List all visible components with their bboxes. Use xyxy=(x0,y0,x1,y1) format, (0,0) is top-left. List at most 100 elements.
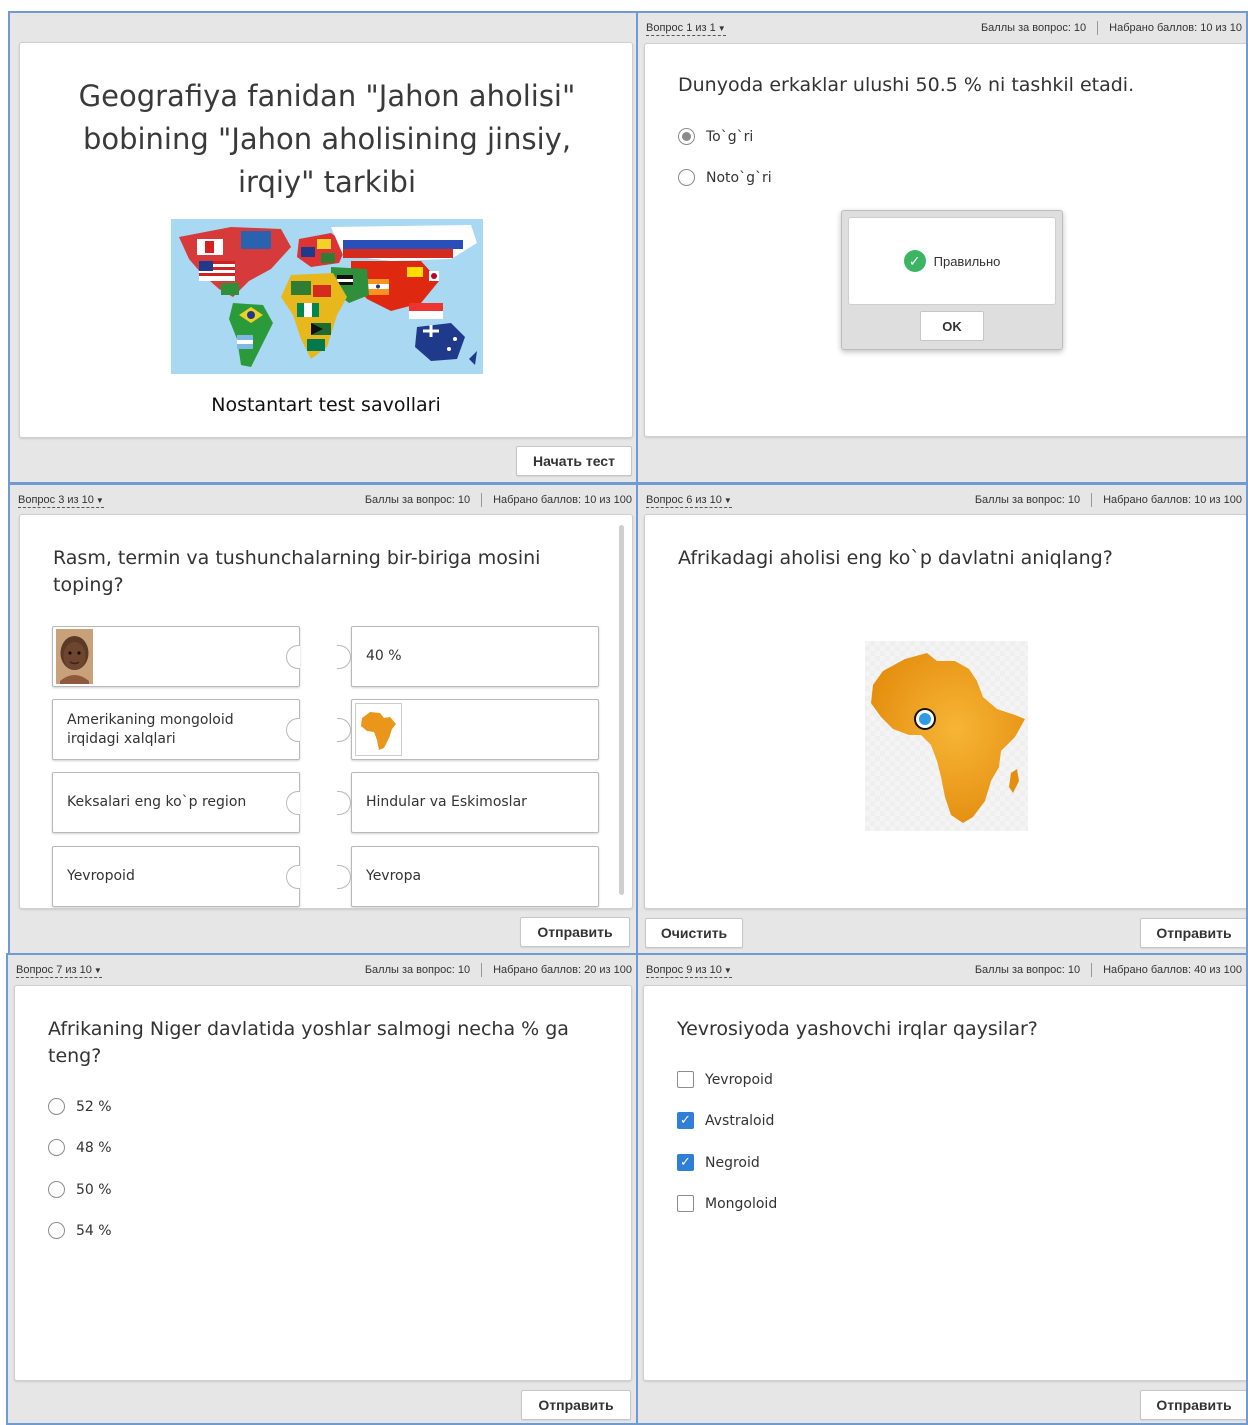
match-right-item-3[interactable]: Hindular va Eskimoslar xyxy=(337,772,599,833)
question-1-topbar: Вопрос 1 из 1 ▼ Баллы за вопрос: 10 Набран… xyxy=(638,13,1246,41)
option-label: To`g`ri xyxy=(706,128,754,145)
question-6-topbar: Вопрос 6 из 10 ▼ Баллы за вопрос: 10 Набра… xyxy=(638,485,1246,513)
radio-selected-icon xyxy=(678,128,695,145)
question-text: Afrikaning Niger davlatida yoshlar salmo… xyxy=(48,1018,569,1067)
match-left-item-3[interactable]: Keksalari eng ko`p region xyxy=(52,772,300,833)
question-points: Баллы за вопрос: 10 xyxy=(364,494,471,506)
question-nav-dropdown[interactable]: Вопрос 9 из 10 ▼ xyxy=(646,964,732,978)
puzzle-socket-icon xyxy=(337,645,351,669)
question-7-slide: Вопрос 7 из 10 ▼ Баллы за вопрос: 10 Набра… xyxy=(6,953,638,1425)
option-label: Mongoloid xyxy=(705,1195,778,1212)
start-test-button[interactable]: Начать тест xyxy=(516,446,632,476)
option-50[interactable]: 50 % xyxy=(48,1181,112,1198)
question-nav-label: Вопрос 7 из 10 xyxy=(16,964,92,976)
match-label: Hindular va Eskimoslar xyxy=(366,794,527,810)
question-7-topbar: Вопрос 7 из 10 ▼ Баллы за вопрос: 10 Набра… xyxy=(8,955,636,983)
checkbox-checked-icon: ✓ xyxy=(677,1154,694,1171)
option-true[interactable]: To`g`ri xyxy=(678,128,753,145)
scrollbar[interactable] xyxy=(619,525,624,895)
option-label: Negroid xyxy=(705,1154,760,1171)
match-right-item-2[interactable] xyxy=(337,699,599,760)
checkbox-checked-icon: ✓ xyxy=(677,1112,694,1129)
option-label: 52 % xyxy=(76,1098,112,1115)
total-score: Набрано баллов: 10 из 10 xyxy=(1109,22,1242,34)
question-9-topbar: Вопрос 9 из 10 ▼ Баллы за вопрос: 10 Набра… xyxy=(638,955,1246,983)
option-mongoloid[interactable]: Mongoloid xyxy=(677,1195,777,1212)
feedback-dialog: ✓ Правильно OK xyxy=(841,210,1063,350)
option-label: Noto`g`ri xyxy=(706,169,772,186)
correct-check-icon: ✓ xyxy=(903,250,926,272)
option-yevropoid[interactable]: Yevropoid xyxy=(677,1071,773,1088)
puzzle-knob-icon xyxy=(286,865,300,889)
submit-button[interactable]: Отправить xyxy=(520,917,630,947)
question-3-card: Rasm, termin va tushunchalarning bir-bir… xyxy=(19,514,633,909)
africa-thumbnail xyxy=(355,703,402,756)
question-9-card: Yevrosiyoda yashovchi irqlar qaysilar? Y… xyxy=(643,985,1246,1381)
ok-button[interactable]: OK xyxy=(920,311,984,341)
option-label: 48 % xyxy=(76,1139,112,1156)
question-9-slide: Вопрос 9 из 10 ▼ Баллы за вопрос: 10 Набра… xyxy=(636,953,1248,1425)
question-points: Баллы за вопрос: 10 xyxy=(980,22,1087,34)
option-avstraloid[interactable]: ✓ Avstraloid xyxy=(677,1112,774,1129)
puzzle-socket-icon xyxy=(337,865,351,889)
question-nav-dropdown[interactable]: Вопрос 6 из 10 ▼ xyxy=(646,494,732,508)
caret-down-icon: ▼ xyxy=(723,966,732,975)
question-nav-label: Вопрос 6 из 10 xyxy=(646,494,722,506)
intro-card: Geografiya fanidan "Jahon aholisi" bobin… xyxy=(19,42,633,438)
option-54[interactable]: 54 % xyxy=(48,1222,112,1239)
match-left-item-2[interactable]: Amerikaning mongoloid irqidagi xalqlari xyxy=(52,699,300,760)
submit-button[interactable]: Отправить xyxy=(521,1390,631,1420)
puzzle-socket-icon xyxy=(337,791,351,815)
girl-photo xyxy=(56,629,93,684)
radio-icon xyxy=(48,1222,65,1239)
question-6-slide: Вопрос 6 из 10 ▼ Баллы за вопрос: 10 Набра… xyxy=(636,483,1248,955)
total-score: Набрано баллов: 40 из 100 xyxy=(1103,964,1242,976)
caret-down-icon: ▼ xyxy=(723,496,732,505)
question-text: Dunyoda erkaklar ulushi 50.5 % ni tashki… xyxy=(678,74,1135,96)
puzzle-knob-icon xyxy=(286,645,300,669)
submit-button[interactable]: Отправить xyxy=(1140,1390,1246,1420)
total-score: Набрано баллов: 20 из 100 xyxy=(493,964,632,976)
africa-map[interactable] xyxy=(865,641,1028,831)
submit-button[interactable]: Отправить xyxy=(1140,918,1246,948)
question-nav-label: Вопрос 3 из 10 xyxy=(18,494,94,506)
checkbox-icon xyxy=(677,1071,694,1088)
question-nav-dropdown[interactable]: Вопрос 1 из 1 ▼ xyxy=(646,22,726,36)
match-right-item-4[interactable]: Yevropa xyxy=(337,846,599,907)
question-nav-label: Вопрос 9 из 10 xyxy=(646,964,722,976)
intro-slide: Geografiya fanidan "Jahon aholisi" bobin… xyxy=(8,11,638,484)
match-left-item-1[interactable] xyxy=(52,626,300,687)
world-flags-map xyxy=(171,219,483,374)
question-nav-dropdown[interactable]: Вопрос 7 из 10 ▼ xyxy=(16,964,102,978)
intro-subtitle: Nostantart test savollari xyxy=(211,394,441,416)
radio-icon xyxy=(48,1098,65,1115)
puzzle-knob-icon xyxy=(286,791,300,815)
option-false[interactable]: Noto`g`ri xyxy=(678,169,772,186)
option-label: 54 % xyxy=(76,1222,112,1239)
option-48[interactable]: 48 % xyxy=(48,1139,112,1156)
radio-icon xyxy=(48,1139,65,1156)
question-3-topbar: Вопрос 3 из 10 ▼ Баллы за вопрос: 10 Набра… xyxy=(10,485,636,513)
caret-down-icon: ▼ xyxy=(717,24,726,33)
question-points: Баллы за вопрос: 10 xyxy=(974,964,1081,976)
option-negroid[interactable]: ✓ Negroid xyxy=(677,1154,760,1171)
caret-down-icon: ▼ xyxy=(95,496,104,505)
total-score: Набрано баллов: 10 из 100 xyxy=(1103,494,1242,506)
question-points: Баллы за вопрос: 10 xyxy=(364,964,471,976)
option-label: Yevropoid xyxy=(705,1071,773,1088)
option-label: 50 % xyxy=(76,1181,112,1198)
caret-down-icon: ▼ xyxy=(93,966,102,975)
clear-button[interactable]: Очистить xyxy=(645,918,743,948)
question-nav-dropdown[interactable]: Вопрос 3 из 10 ▼ xyxy=(18,494,104,508)
match-left-item-4[interactable]: Yevropoid xyxy=(52,846,300,907)
option-52[interactable]: 52 % xyxy=(48,1098,112,1115)
question-points: Баллы за вопрос: 10 xyxy=(974,494,1081,506)
question-3-slide: Вопрос 3 из 10 ▼ Баллы за вопрос: 10 Набра… xyxy=(8,483,638,955)
match-label: Yevropoid xyxy=(67,868,135,884)
question-7-card: Afrikaning Niger davlatida yoshlar salmo… xyxy=(14,985,632,1381)
feedback-message: ✓ Правильно xyxy=(848,217,1056,305)
match-right-item-1[interactable]: 40 % xyxy=(337,626,599,687)
question-nav-label: Вопрос 1 из 1 xyxy=(646,22,716,34)
intro-title: Geografiya fanidan "Jahon aholisi" bobin… xyxy=(78,79,576,199)
total-score: Набрано баллов: 10 из 100 xyxy=(493,494,632,506)
